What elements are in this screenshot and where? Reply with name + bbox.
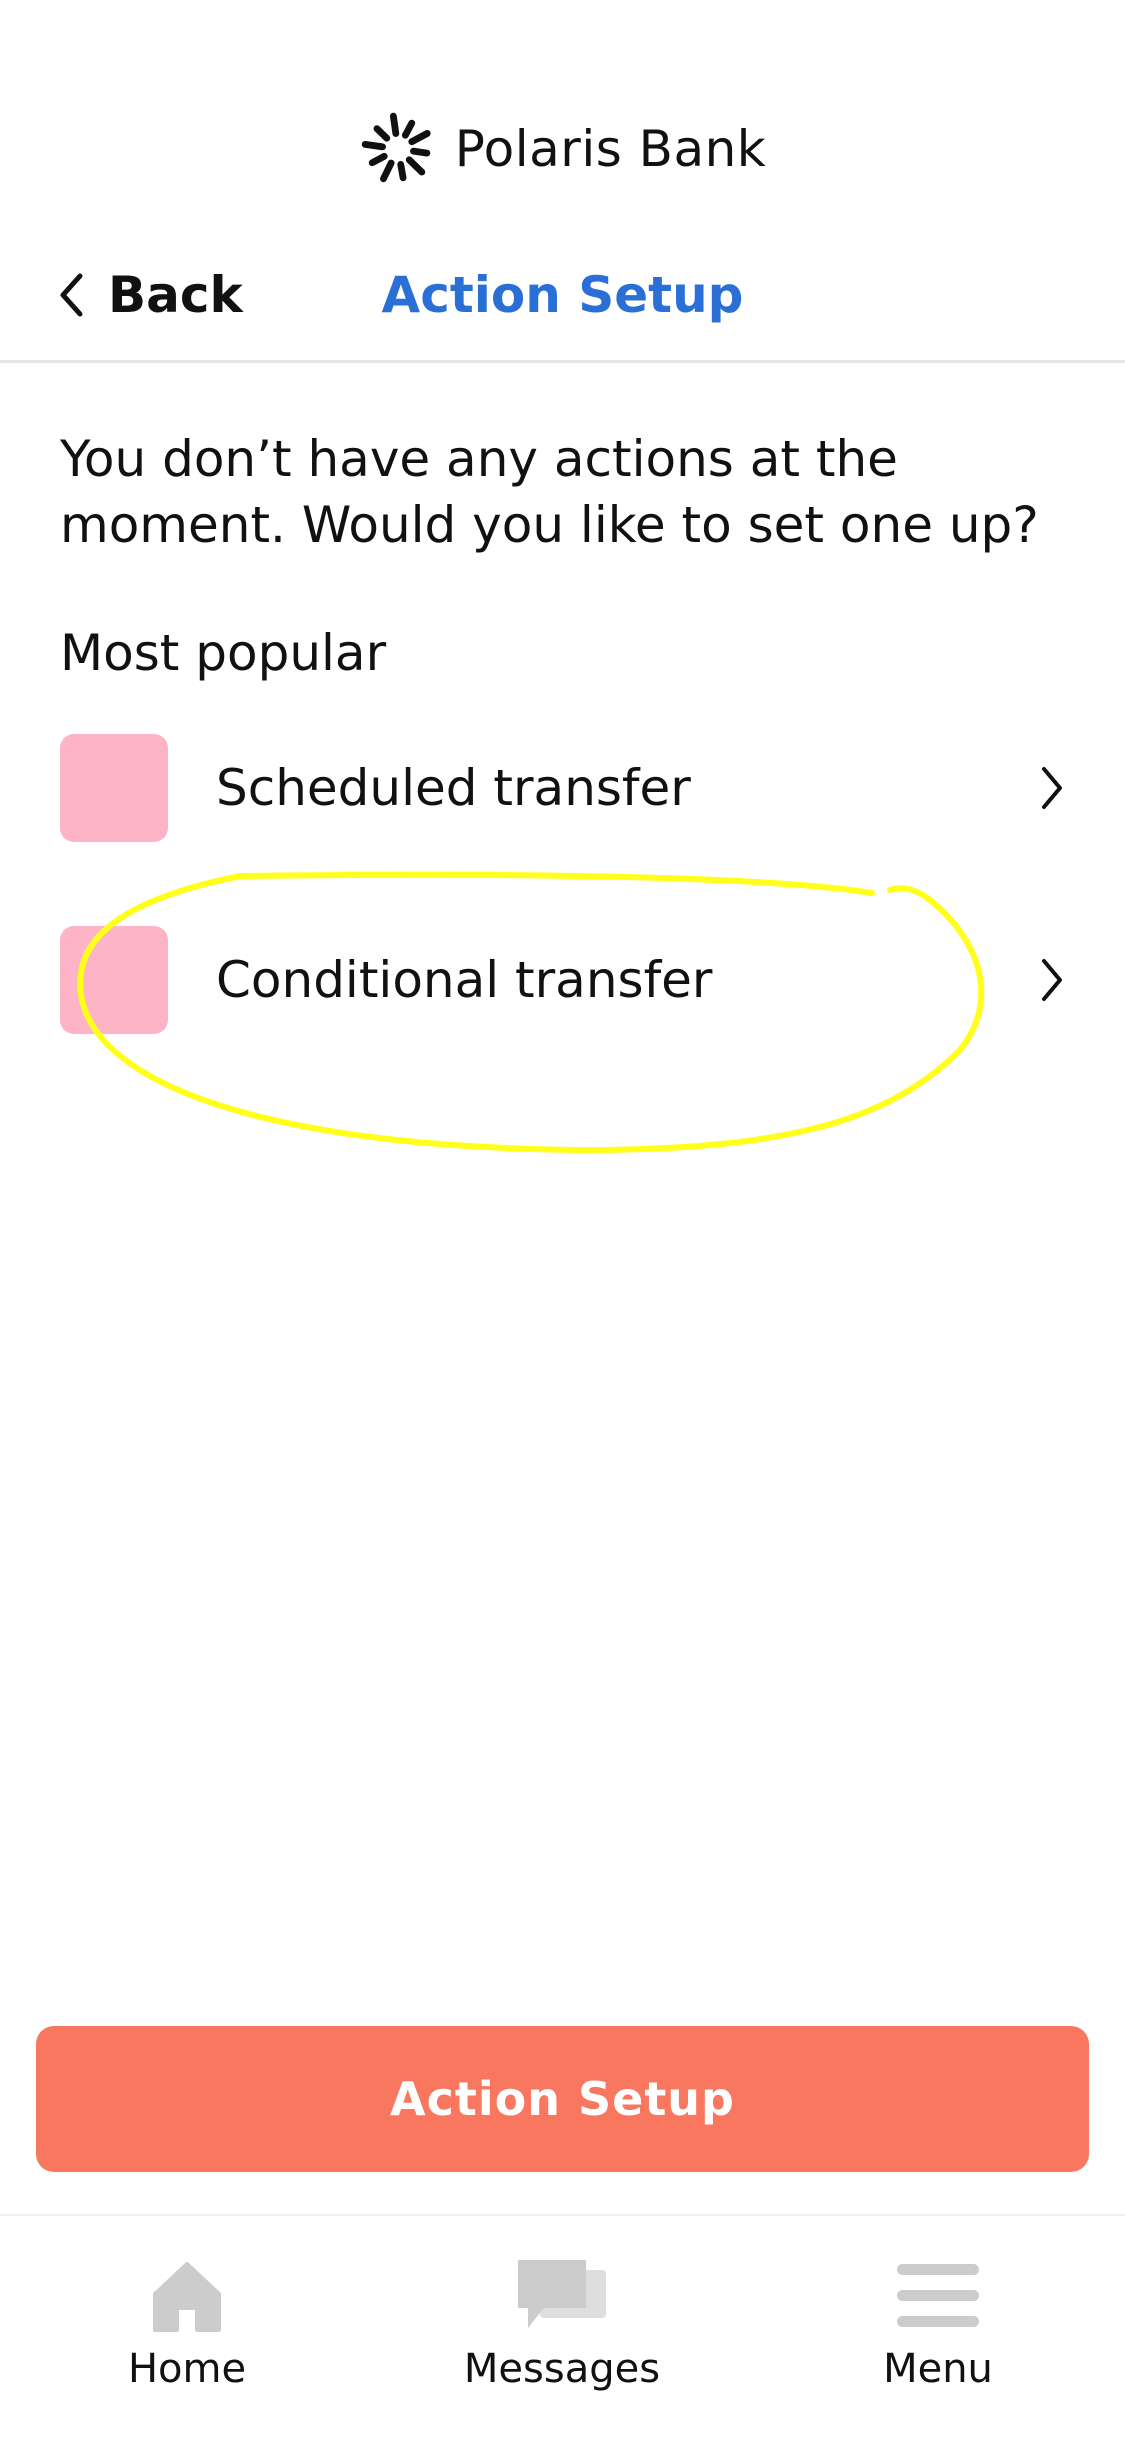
list-item-conditional-transfer[interactable]: Conditional transfer [60, 926, 1065, 1034]
tab-menu[interactable]: Menu [808, 2256, 1068, 2426]
section-title: Most popular [60, 624, 387, 682]
chevron-left-icon [60, 273, 83, 317]
tab-label: Menu [883, 2346, 993, 2392]
messages-icon [518, 2260, 606, 2328]
back-label: Back [108, 266, 243, 324]
hamburger-menu-icon [897, 2264, 979, 2327]
sunburst-logo-icon [361, 112, 431, 183]
brand-header: Polaris Bank [0, 110, 1125, 188]
back-button[interactable]: Back [56, 260, 243, 330]
item-label: Scheduled transfer [216, 759, 691, 817]
navigation-bar: Action Setup Back [0, 240, 1125, 363]
list-item-scheduled-transfer[interactable]: Scheduled transfer [60, 734, 1065, 842]
item-thumbnail [60, 734, 168, 842]
home-icon [153, 2262, 221, 2332]
empty-state-message: You don’t have any actions at the moment… [60, 430, 1039, 554]
tab-home[interactable]: Home [57, 2256, 317, 2426]
chevron-right-icon [1042, 767, 1062, 809]
tab-messages[interactable]: Messages [432, 2256, 692, 2426]
bottom-tab-bar: Home Messages Menu [0, 2214, 1125, 2438]
brand-name: Polaris Bank [454, 120, 767, 178]
chevron-right-icon [1042, 959, 1062, 1001]
item-label: Conditional transfer [216, 951, 713, 1009]
tab-label: Messages [463, 2346, 661, 2392]
item-thumbnail [60, 926, 168, 1034]
tab-label: Home [127, 2346, 247, 2392]
action-setup-button[interactable]: Action Setup [36, 2026, 1089, 2172]
